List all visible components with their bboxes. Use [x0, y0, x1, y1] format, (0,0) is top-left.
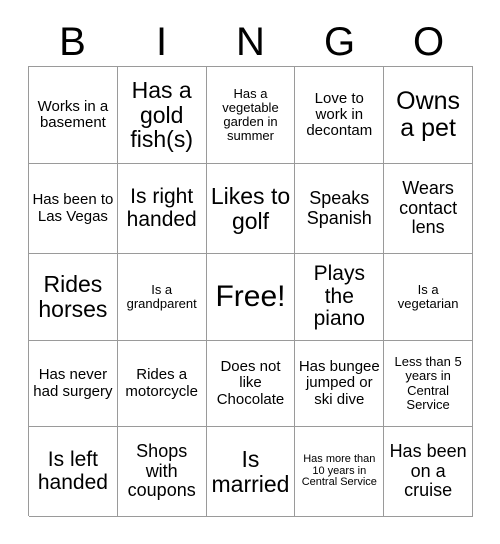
bingo-cell[interactable]: Less than 5 years in Central Service [384, 341, 473, 427]
header-letter-i: I [155, 20, 168, 64]
bingo-cell-label: Plays the piano [313, 261, 365, 331]
header-letter-n: N [236, 20, 265, 64]
bingo-cell-label: Is left handed [37, 447, 108, 494]
bingo-grid: Works in a basement Has a gold fish(s) H… [28, 66, 473, 517]
bingo-cell[interactable]: Wears contact lens [384, 164, 473, 254]
bingo-cell[interactable]: Love to work in decontam [295, 67, 385, 164]
bingo-cell-label: Speaks Spanish [306, 188, 372, 228]
bingo-card: B I N G O Works in a basement Has a gold… [0, 0, 500, 544]
bingo-cell[interactable]: Is a vegetarian [384, 254, 473, 341]
bingo-cell-label: Wears contact lens [399, 178, 458, 238]
bingo-cell[interactable]: Likes to golf [206, 164, 296, 254]
bingo-cell-label: Rides a motorcycle [125, 366, 198, 400]
bingo-cell[interactable]: Is left handed [29, 427, 118, 517]
bingo-header-row: B I N G O [28, 18, 473, 66]
bingo-cell-free-space[interactable]: Free! [206, 254, 296, 341]
bingo-cell-label: Less than 5 years in Central Service [394, 354, 462, 412]
bingo-cell-label: Works in a basement [37, 97, 109, 131]
bingo-cell-label: Has more than 10 years in Central Servic… [301, 452, 377, 489]
bingo-cell-label: Owns a pet [396, 87, 461, 142]
bingo-cell[interactable]: Works in a basement [29, 67, 118, 164]
bingo-cell-label: Likes to golf [210, 182, 291, 234]
bingo-cell-label: Has bungee jumped or ski dive [298, 358, 380, 408]
bingo-cell-label: Has a gold fish(s) [130, 76, 193, 153]
bingo-cell[interactable]: Rides horses [29, 254, 118, 341]
bingo-cell[interactable]: Has been to Las Vegas [29, 164, 118, 254]
bingo-cell-label: Rides horses [38, 271, 108, 322]
bingo-cell-label: Has been on a cruise [389, 441, 467, 501]
header-letter-b: B [59, 20, 86, 64]
bingo-cell[interactable]: Has more than 10 years in Central Servic… [295, 427, 385, 517]
header-letter-o: O [412, 20, 445, 64]
bingo-cell[interactable]: Is right handed [117, 164, 207, 254]
bingo-cell[interactable]: Does not like Chocolate [206, 341, 296, 427]
bingo-cell-label: Has never had surgery [33, 366, 113, 400]
bingo-cell-label: Free! [215, 279, 286, 313]
header-letter-g: G [323, 20, 356, 64]
bingo-cell[interactable]: Speaks Spanish [295, 164, 385, 254]
bingo-cell[interactable]: Has never had surgery [29, 341, 118, 427]
bingo-cell-label: Shops with coupons [127, 441, 196, 501]
bingo-cell-label: Is a vegetarian [397, 281, 459, 311]
bingo-cell[interactable]: Is married [206, 427, 296, 517]
bingo-cell-label: Is right handed [126, 184, 197, 231]
bingo-cell-label: Has been to Las Vegas [32, 191, 114, 225]
bingo-cell-label: Has a vegetable garden in summer [222, 85, 279, 144]
bingo-cell[interactable]: Is a grandparent [117, 254, 207, 341]
bingo-cell[interactable]: Rides a motorcycle [117, 341, 207, 427]
bingo-cell[interactable]: Has a vegetable garden in summer [206, 67, 296, 164]
bingo-cell-label: Love to work in decontam [306, 89, 373, 140]
bingo-cell-label: Does not like Chocolate [216, 358, 285, 408]
bingo-cell-label: Is a grandparent [126, 281, 197, 311]
bingo-cell-label: Is married [211, 445, 290, 497]
bingo-cell[interactable]: Has bungee jumped or ski dive [295, 341, 385, 427]
bingo-cell[interactable]: Owns a pet [384, 67, 473, 164]
bingo-cell[interactable]: Has a gold fish(s) [117, 67, 207, 164]
bingo-cell[interactable]: Plays the piano [295, 254, 385, 341]
bingo-cell[interactable]: Has been on a cruise [384, 427, 473, 517]
bingo-cell[interactable]: Shops with coupons [117, 427, 207, 517]
